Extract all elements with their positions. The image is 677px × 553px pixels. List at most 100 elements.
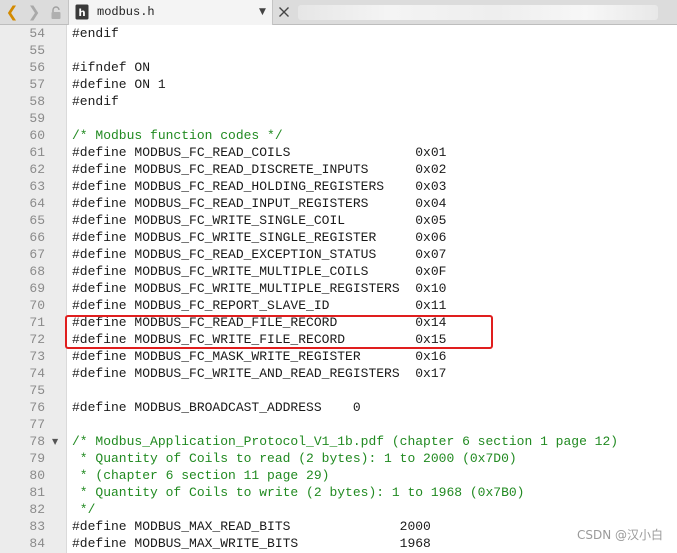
code-line[interactable]: 58 #endif	[0, 93, 677, 110]
code-line[interactable]: 68 #define MODBUS_FC_WRITE_MULTIPLE_COILS…	[0, 263, 677, 280]
line-number: 64	[29, 196, 45, 211]
line-number: 84	[29, 536, 45, 551]
fold-collapse-icon[interactable]: ▼	[52, 437, 58, 447]
tab-filename: modbus.h	[97, 5, 155, 19]
code-line[interactable]: 67 #define MODBUS_FC_READ_EXCEPTION_STATU…	[0, 246, 677, 263]
code-line[interactable]: 73 #define MODBUS_FC_MASK_WRITE_REGISTER …	[0, 348, 677, 365]
code-line[interactable]: 82 */	[0, 501, 677, 518]
code-text: #define MODBUS_FC_READ_INPUT_REGISTERS 0…	[72, 196, 447, 211]
line-number: 74	[29, 366, 45, 381]
line-number: 73	[29, 349, 45, 364]
line-number: 63	[29, 179, 45, 194]
code-text: #endif	[72, 94, 119, 109]
header-file-icon: h	[75, 4, 89, 20]
comment-text: /* Modbus_Application_Protocol_V1_1b.pdf…	[72, 434, 619, 449]
code-line[interactable]: 79 * Quantity of Coils to read (2 bytes)…	[0, 450, 677, 467]
code-line[interactable]: 75	[0, 382, 677, 399]
line-number: 78	[29, 434, 45, 449]
code-line[interactable]: 66 #define MODBUS_FC_WRITE_SINGLE_REGISTE…	[0, 229, 677, 246]
line-number: 77	[29, 417, 45, 432]
line-number: 61	[29, 145, 45, 160]
forward-arrow-icon[interactable]: ❯	[26, 2, 42, 22]
line-number: 66	[29, 230, 45, 245]
code-line[interactable]: 72 #define MODBUS_FC_WRITE_FILE_RECORD 0x…	[0, 331, 677, 348]
code-line[interactable]: 69 #define MODBUS_FC_WRITE_MULTIPLE_REGIS…	[0, 280, 677, 297]
line-number: 68	[29, 264, 45, 279]
code-text: #define MODBUS_MAX_READ_BITS 2000	[72, 519, 431, 534]
line-number: 72	[29, 332, 45, 347]
code-text: #define MODBUS_FC_READ_EXCEPTION_STATUS …	[72, 247, 447, 262]
code-line[interactable]: 76 #define MODBUS_BROADCAST_ADDRESS 0	[0, 399, 677, 416]
code-text: #define MODBUS_FC_WRITE_MULTIPLE_COILS 0…	[72, 264, 447, 279]
code-line[interactable]: 84 #define MODBUS_MAX_WRITE_BITS 1968	[0, 535, 677, 552]
line-number: 81	[29, 485, 45, 500]
line-number: 67	[29, 247, 45, 262]
code-text: #define ON 1	[72, 77, 166, 92]
code-text: #define MODBUS_FC_REPORT_SLAVE_ID 0x11	[72, 298, 447, 313]
code-line[interactable]: 63 #define MODBUS_FC_READ_HOLDING_REGISTE…	[0, 178, 677, 195]
svg-text:h: h	[78, 8, 85, 19]
comment-text: /* Modbus function codes */	[72, 128, 283, 143]
comment-text: * Quantity of Coils to write (2 bytes): …	[72, 485, 525, 500]
line-number: 58	[29, 94, 45, 109]
code-line[interactable]: 81 * Quantity of Coils to write (2 bytes…	[0, 484, 677, 501]
back-arrow-icon[interactable]: ❮	[4, 2, 20, 22]
code-line[interactable]: 65 #define MODBUS_FC_WRITE_SINGLE_COIL 0x…	[0, 212, 677, 229]
code-text: #define MODBUS_FC_WRITE_FILE_RECORD 0x15	[72, 332, 447, 347]
line-number: 76	[29, 400, 45, 415]
comment-text: * Quantity of Coils to read (2 bytes): 1…	[72, 451, 517, 466]
code-text: #define MODBUS_FC_READ_FILE_RECORD 0x14	[72, 315, 447, 330]
chevron-down-icon[interactable]: ▼	[259, 0, 266, 25]
line-number: 54	[29, 26, 45, 41]
code-text: #define MODBUS_FC_WRITE_SINGLE_COIL 0x05	[72, 213, 447, 228]
code-line[interactable]: 56 #ifndef ON	[0, 59, 677, 76]
code-line[interactable]: 71 #define MODBUS_FC_READ_FILE_RECORD 0x1…	[0, 314, 677, 331]
code-text: #define MODBUS_FC_MASK_WRITE_REGISTER 0x…	[72, 349, 447, 364]
code-line[interactable]: 61 #define MODBUS_FC_READ_COILS 0x01	[0, 144, 677, 161]
line-number: 71	[29, 315, 45, 330]
code-line[interactable]: 70 #define MODBUS_FC_REPORT_SLAVE_ID 0x11	[0, 297, 677, 314]
line-number: 56	[29, 60, 45, 75]
code-line[interactable]: 60 /* Modbus function codes */	[0, 127, 677, 144]
code-line[interactable]: 64 #define MODBUS_FC_READ_INPUT_REGISTERS…	[0, 195, 677, 212]
code-text: #define MODBUS_FC_WRITE_MULTIPLE_REGISTE…	[72, 281, 447, 296]
code-line[interactable]: 80 * (chapter 6 section 11 page 29)	[0, 467, 677, 484]
code-text: #define MODBUS_BROADCAST_ADDRESS 0	[72, 400, 361, 415]
code-line[interactable]: 59	[0, 110, 677, 127]
comment-text: * (chapter 6 section 11 page 29)	[72, 468, 330, 483]
line-number: 57	[29, 77, 45, 92]
code-line[interactable]: 54 #endif	[0, 25, 677, 42]
line-number: 55	[29, 43, 45, 58]
code-line[interactable]: 57 #define ON 1	[0, 76, 677, 93]
code-line[interactable]: 78 ▼ /* Modbus_Application_Protocol_V1_1b.…	[0, 433, 677, 450]
line-number: 80	[29, 468, 45, 483]
code-text: #define MODBUS_FC_WRITE_AND_READ_REGISTE…	[72, 366, 447, 381]
line-number: 70	[29, 298, 45, 313]
line-number: 69	[29, 281, 45, 296]
code-text: #ifndef ON	[72, 60, 151, 75]
comment-text: */	[72, 502, 96, 517]
code-text: #endif	[72, 26, 119, 41]
code-line[interactable]: 83 #define MODBUS_MAX_READ_BITS 2000	[0, 518, 677, 535]
code-line[interactable]: 62 #define MODBUS_FC_READ_DISCRETE_INPUTS…	[0, 161, 677, 178]
lock-icon[interactable]	[50, 6, 62, 20]
line-number: 83	[29, 519, 45, 534]
code-text: #define MODBUS_FC_WRITE_SINGLE_REGISTER …	[72, 230, 447, 245]
line-number: 75	[29, 383, 45, 398]
code-text: #define MODBUS_FC_READ_COILS 0x01	[72, 145, 447, 160]
line-number: 79	[29, 451, 45, 466]
line-number: 60	[29, 128, 45, 143]
code-text: #define MODBUS_FC_READ_HOLDING_REGISTERS…	[72, 179, 447, 194]
tab-modbus-h[interactable]: h modbus.h ▼	[68, 0, 273, 25]
blurred-tab-region	[298, 5, 658, 20]
code-line[interactable]: 55	[0, 42, 677, 59]
line-number: 59	[29, 111, 45, 126]
watermark: CSDN @汉小白	[576, 528, 663, 542]
line-number: 82	[29, 502, 45, 517]
editor-window: ❮ ❯ h modbus.h ▼ 54 #endif 55 56 #ifndef ON 5…	[0, 0, 677, 553]
code-line[interactable]: 74 #define MODBUS_FC_WRITE_AND_READ_REGIS…	[0, 365, 677, 382]
close-icon[interactable]	[278, 6, 290, 18]
tab-toolbar: ❮ ❯ h modbus.h ▼	[0, 0, 677, 25]
code-line[interactable]: 77	[0, 416, 677, 433]
code-text: #define MODBUS_FC_READ_DISCRETE_INPUTS 0…	[72, 162, 447, 177]
